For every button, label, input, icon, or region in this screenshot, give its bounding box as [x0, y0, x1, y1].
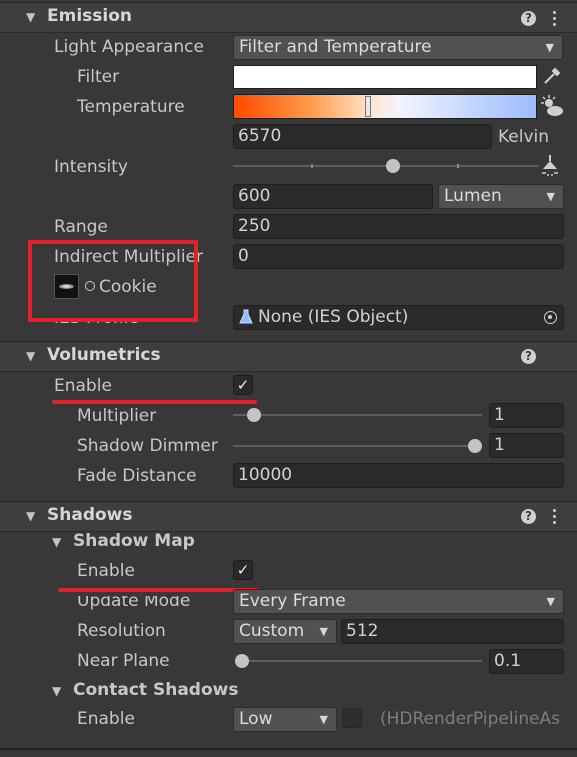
contact-shadows-enable-label: Enable: [77, 709, 135, 729]
shadow-map-foldout-icon[interactable]: ▼: [52, 535, 61, 549]
near-plane-slider-track[interactable]: [235, 660, 482, 662]
temperature-unit-label: Kelvin: [498, 127, 550, 147]
filter-color-swatch[interactable]: [233, 65, 537, 89]
chevron-down-icon: ▼: [319, 625, 328, 638]
indirect-multiplier-field[interactable]: 0: [233, 244, 564, 269]
light-appearance-dropdown[interactable]: Filter and Temperature ▼: [233, 35, 563, 60]
shadows-title: Shadows: [47, 505, 133, 525]
resolution-label: Resolution: [77, 621, 166, 641]
contact-shadows-foldout-icon[interactable]: ▼: [52, 684, 61, 698]
annotation-red-box: [28, 240, 198, 322]
intensity-tick: [311, 164, 313, 168]
fade-distance-label: Fade Distance: [77, 466, 197, 486]
object-picker-icon[interactable]: [544, 311, 557, 324]
help-icon[interactable]: ?: [521, 349, 536, 364]
emission-title: Emission: [47, 6, 132, 26]
temperature-gradient-slider[interactable]: [233, 94, 537, 119]
pipeline-asset-hint: (HDRenderPipelineAs: [380, 709, 561, 729]
near-plane-value-field[interactable]: 0.1: [489, 649, 564, 674]
ies-profile-object-field[interactable]: None (IES Object): [233, 305, 564, 330]
intensity-value-field[interactable]: 600: [233, 184, 433, 209]
temperature-label: Temperature: [77, 97, 185, 117]
annotation-red-underline: [52, 400, 257, 404]
eyedropper-icon[interactable]: [540, 64, 564, 88]
shadow-dimmer-slider-thumb[interactable]: [468, 439, 482, 453]
multiplier-slider-thumb[interactable]: [247, 408, 261, 422]
help-icon[interactable]: ?: [521, 11, 536, 26]
shadows-header[interactable]: ▼ Shadows ?: [0, 501, 577, 532]
shadow-dimmer-value-field[interactable]: 1: [489, 433, 564, 458]
filter-label: Filter: [77, 67, 120, 87]
contact-shadows-quality-value: Low: [239, 709, 273, 729]
range-value-field[interactable]: 250: [233, 214, 564, 239]
volumetrics-header[interactable]: ▼ Volumetrics ?: [0, 341, 577, 372]
kebab-menu-icon[interactable]: [553, 11, 557, 29]
resolution-value-field[interactable]: 512: [341, 619, 564, 644]
lamp-icon: [540, 155, 560, 177]
foldout-arrow-icon[interactable]: ▼: [26, 10, 35, 24]
emission-header[interactable]: ▼ Emission ?: [0, 2, 577, 33]
contact-shadows-quality-dropdown[interactable]: Low ▼: [233, 707, 337, 732]
shadow-dimmer-slider-track[interactable]: [233, 445, 482, 447]
update-mode-dropdown[interactable]: Every Frame ▼: [233, 589, 564, 614]
range-label: Range: [54, 217, 108, 237]
resolution-mode-value: Custom: [239, 621, 305, 641]
intensity-label: Intensity: [54, 157, 128, 177]
fade-distance-value-field[interactable]: 10000: [233, 463, 564, 488]
chevron-down-icon: ▼: [545, 41, 554, 54]
contact-shadows-title: Contact Shadows: [73, 680, 239, 700]
shadow-map-title: Shadow Map: [73, 531, 195, 551]
weather-sun-cloud-icon: [540, 94, 564, 118]
light-appearance-value: Filter and Temperature: [239, 37, 432, 57]
multiplier-slider-track[interactable]: [233, 414, 482, 416]
foldout-arrow-icon[interactable]: ▼: [26, 509, 35, 523]
volumetrics-title: Volumetrics: [47, 345, 161, 365]
volumetrics-enable-checkbox[interactable]: ✓: [233, 375, 253, 395]
intensity-slider-thumb[interactable]: [386, 159, 400, 173]
annotation-red-underline: [58, 588, 259, 592]
shadow-map-enable-checkbox[interactable]: ✓: [233, 560, 253, 580]
multiplier-value-field[interactable]: 1: [489, 403, 564, 428]
chevron-down-icon: ▼: [319, 713, 328, 726]
kebab-menu-icon[interactable]: [553, 509, 557, 527]
volumetrics-enable-label: Enable: [54, 376, 112, 396]
bottom-divider: [0, 748, 577, 750]
flask-icon: [239, 309, 253, 325]
light-appearance-label: Light Appearance: [54, 37, 204, 57]
foldout-arrow-icon[interactable]: ▼: [26, 349, 35, 363]
ies-profile-value: None (IES Object): [258, 307, 409, 327]
update-mode-label: Update Mode: [77, 591, 191, 611]
shadow-map-enable-label: Enable: [77, 561, 135, 581]
intensity-unit-dropdown[interactable]: Lumen ▼: [438, 184, 564, 209]
temperature-value-field[interactable]: 6570: [233, 124, 492, 149]
update-mode-value: Every Frame: [239, 591, 346, 611]
near-plane-slider-thumb[interactable]: [235, 654, 249, 668]
near-plane-label: Near Plane: [77, 651, 170, 671]
contact-shadows-override-checkbox[interactable]: [342, 708, 362, 728]
multiplier-label: Multiplier: [77, 406, 157, 426]
chevron-down-icon: ▼: [546, 595, 555, 608]
temperature-slider-handle[interactable]: [365, 96, 371, 117]
shadow-dimmer-label: Shadow Dimmer: [77, 436, 218, 456]
intensity-unit-value: Lumen: [444, 186, 502, 206]
chevron-down-icon: ▼: [546, 190, 555, 203]
intensity-tick: [457, 164, 459, 168]
resolution-mode-dropdown[interactable]: Custom ▼: [233, 619, 337, 644]
help-icon[interactable]: ?: [521, 509, 536, 524]
